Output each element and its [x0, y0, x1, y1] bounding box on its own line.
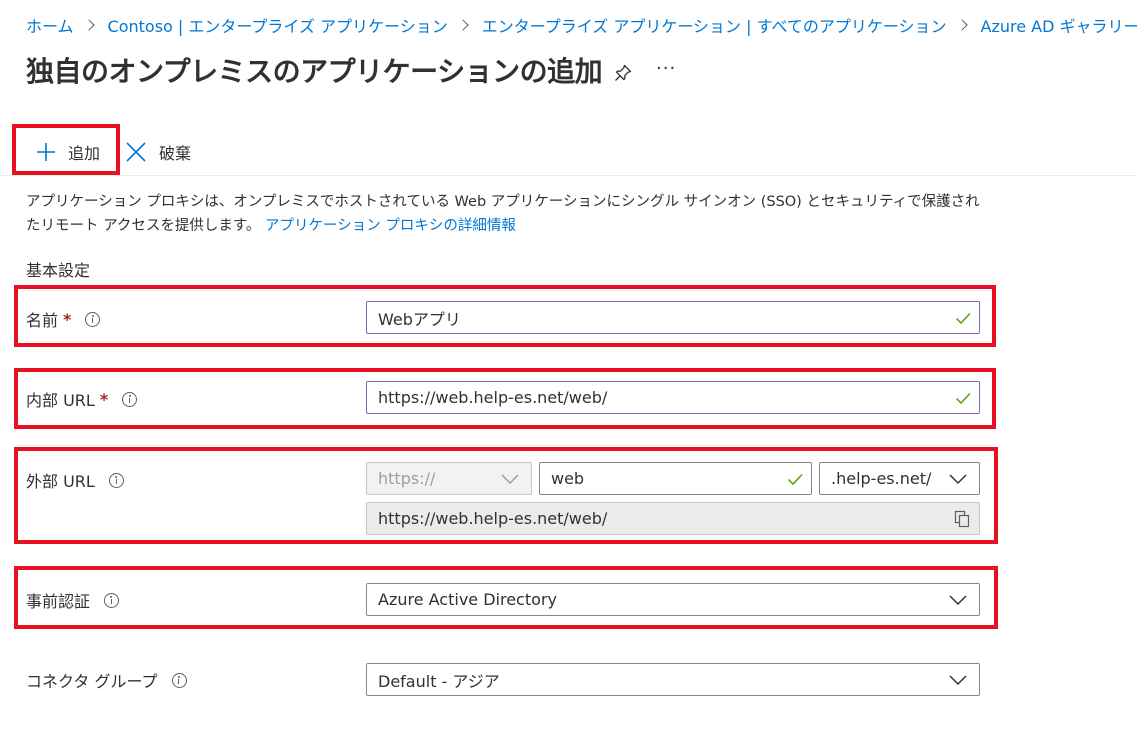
external-url-label-group: 外部 URL — [26, 468, 124, 492]
more-options-icon[interactable]: ··· — [656, 58, 676, 79]
connector-group-label: コネクタ グループ — [26, 672, 158, 691]
breadcrumb-all-applications[interactable]: エンタープライズ アプリケーション | すべてのアプリケーション — [482, 13, 947, 37]
external-url-label: 外部 URL — [26, 472, 95, 491]
chevron-down-icon — [949, 594, 967, 605]
description: アプリケーション プロキシは、オンプレミスでホストされている Web アプリケー… — [26, 190, 986, 238]
internal-url-input[interactable]: https://web.help-es.net/web/ — [366, 381, 980, 414]
name-label-group: 名前 * — [26, 307, 101, 331]
checkmark-icon — [787, 473, 803, 485]
internal-url-label-group: 内部 URL * — [26, 387, 138, 411]
preauth-select[interactable]: Azure Active Directory — [366, 583, 980, 616]
external-url-subdomain-input[interactable]: web — [539, 462, 812, 495]
checkmark-icon — [955, 312, 971, 324]
external-url-full-value: https://web.help-es.net/web/ — [378, 509, 608, 528]
info-icon[interactable] — [171, 672, 187, 688]
breadcrumb-home[interactable]: ホーム — [26, 13, 74, 37]
preauth-label-group: 事前認証 — [26, 588, 120, 612]
info-icon[interactable] — [85, 311, 101, 327]
internal-url-label: 内部 URL — [26, 391, 95, 410]
external-url-domain-select[interactable]: .help-es.net/ — [819, 462, 980, 495]
connector-group-select-value: Default - アジア — [378, 671, 500, 691]
name-label: 名前 — [26, 311, 59, 330]
connector-group-label-group: コネクタ グループ — [26, 668, 187, 692]
discard-button-label: 破棄 — [159, 144, 192, 163]
toolbar-divider — [0, 175, 1137, 176]
pin-icon[interactable] — [612, 62, 634, 84]
info-icon[interactable] — [104, 592, 120, 608]
chevron-down-icon — [949, 674, 967, 685]
add-button[interactable]: 追加 — [36, 140, 100, 164]
section-title-basic-settings: 基本設定 — [26, 261, 91, 280]
external-url-domain-value: .help-es.net/ — [831, 469, 932, 488]
chevron-down-icon — [949, 473, 967, 484]
connector-group-select[interactable]: Default - アジア — [366, 663, 980, 696]
learn-more-link[interactable]: アプリケーション プロキシの詳細情報 — [265, 218, 516, 234]
info-icon[interactable] — [108, 472, 124, 488]
plus-icon — [37, 143, 55, 161]
external-url-full-display: https://web.help-es.net/web/ — [366, 502, 980, 535]
name-input[interactable]: Webアプリ — [366, 301, 980, 334]
info-icon[interactable] — [122, 391, 138, 407]
checkmark-icon — [955, 392, 971, 404]
breadcrumb-separator-icon — [955, 19, 968, 31]
breadcrumb-separator-icon — [82, 19, 95, 31]
external-url-scheme-value: https:// — [378, 469, 436, 488]
required-marker: * — [63, 309, 72, 329]
page-title: 独自のオンプレミスのアプリケーションの追加 — [26, 55, 603, 88]
required-marker: * — [99, 389, 109, 409]
breadcrumb-contoso-enterprise-apps[interactable]: Contoso | エンタープライズ アプリケーション — [108, 13, 448, 37]
chevron-down-icon — [501, 473, 519, 484]
name-input-value: Webアプリ — [378, 309, 461, 329]
external-url-scheme-select[interactable]: https:// — [366, 462, 532, 495]
preauth-select-value: Azure Active Directory — [378, 590, 557, 609]
breadcrumb-separator-icon — [457, 19, 469, 31]
breadcrumb-gallery-browse[interactable]: Azure AD ギャラリーの参照 — [981, 13, 1137, 37]
copy-icon[interactable] — [954, 510, 970, 528]
preauth-label: 事前認証 — [26, 592, 91, 611]
discard-button[interactable]: 破棄 — [125, 140, 191, 164]
add-button-label: 追加 — [68, 144, 101, 163]
external-url-subdomain-value: web — [551, 469, 585, 488]
close-icon — [126, 142, 146, 162]
internal-url-input-value: https://web.help-es.net/web/ — [378, 388, 608, 407]
breadcrumb: ホーム Contoso | エンタープライズ アプリケーション エンタープライズ… — [26, 13, 1137, 37]
